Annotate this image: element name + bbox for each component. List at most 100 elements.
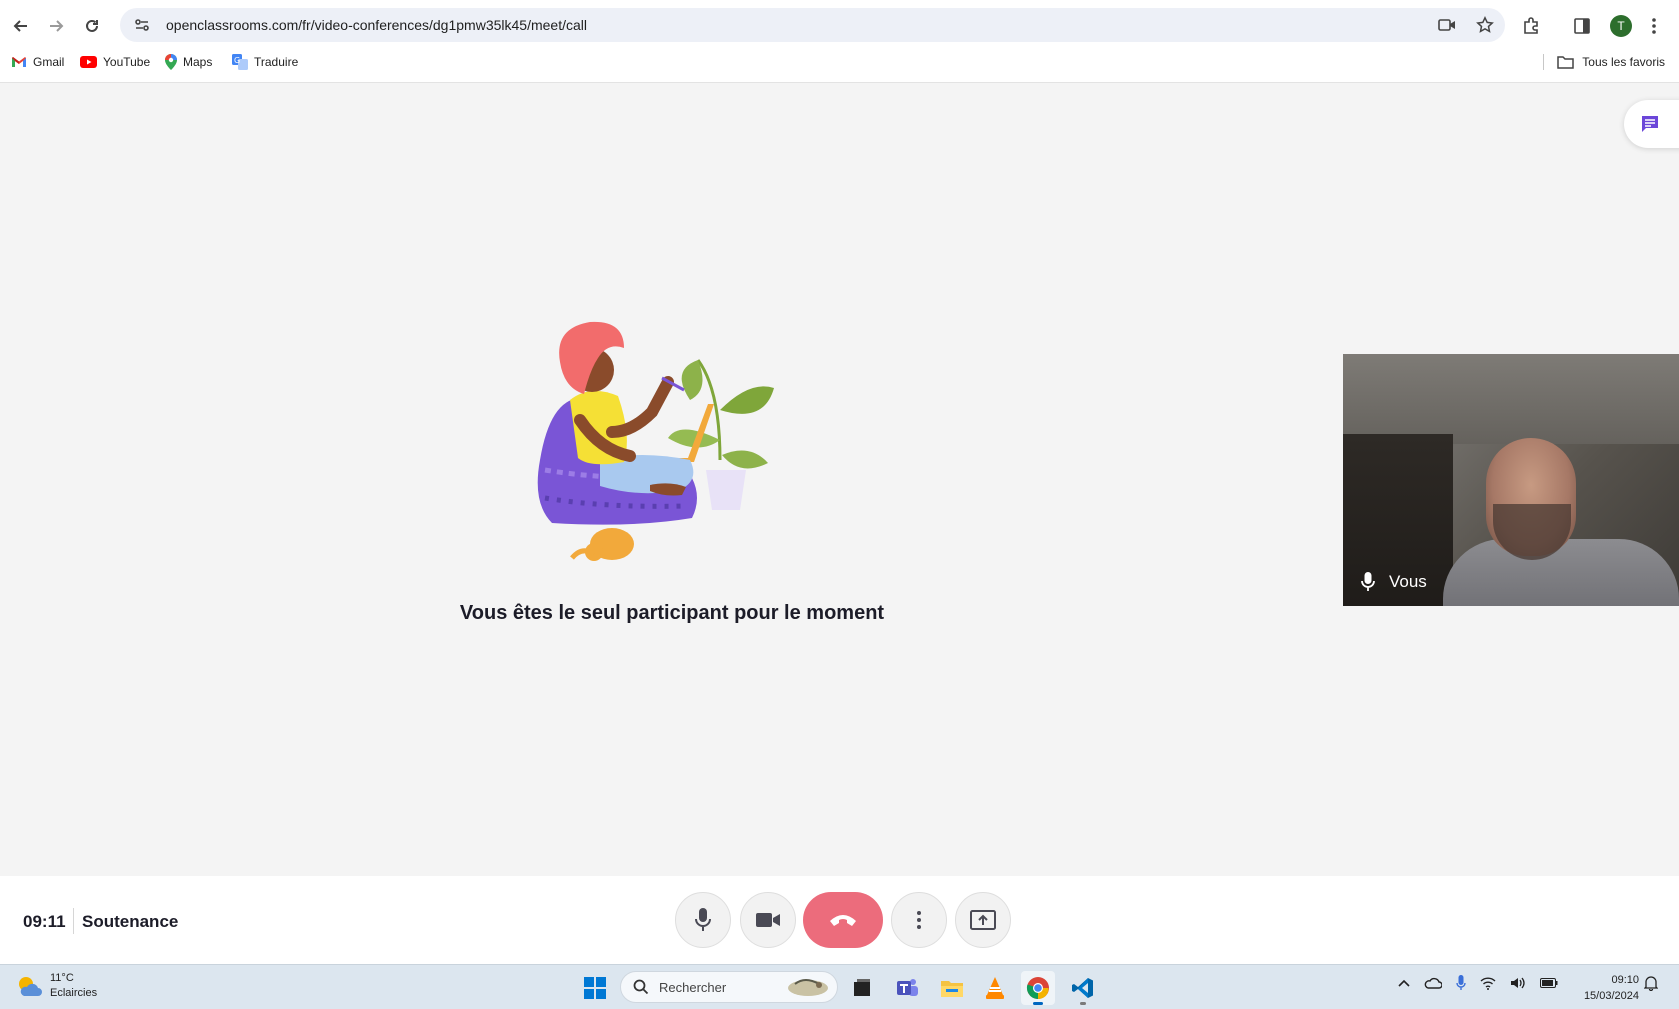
search-highlight-icon (788, 979, 828, 996)
taskbar-search[interactable]: Rechercher (620, 971, 838, 1003)
windows-logo-icon (584, 977, 606, 999)
self-name: Vous (1389, 572, 1427, 591)
taskbar-vscode[interactable] (1066, 971, 1100, 1005)
chevron-up-icon[interactable] (1398, 979, 1410, 987)
bookmark-label: Traduire (254, 55, 299, 69)
weather-widget[interactable]: 11°C Eclaircies (16, 971, 97, 1001)
kebab-menu-icon (1652, 18, 1656, 34)
side-panel-icon (1574, 18, 1590, 34)
bookmark-translate[interactable]: G Traduire (232, 50, 298, 74)
translate-icon: G (232, 54, 248, 70)
call-info-divider (73, 908, 74, 934)
bookmarks-bar: Gmail YouTube Maps G Traduire Tous les f… (0, 50, 1679, 74)
vlc-icon (986, 977, 1004, 999)
microphone-toggle-button[interactable] (675, 892, 731, 948)
chat-icon (1642, 116, 1658, 132)
kebab-menu-icon (917, 911, 921, 929)
all-bookmarks-button[interactable]: Tous les favoris (1557, 50, 1665, 74)
maps-icon (165, 54, 177, 70)
notifications-button[interactable] (1644, 975, 1658, 991)
taskbar-chrome[interactable] (1021, 971, 1055, 1005)
bell-icon (1644, 976, 1658, 991)
microphone-icon (1361, 572, 1375, 591)
all-bookmarks-label: Tous les favoris (1582, 55, 1665, 69)
weather-temperature: 11°C (50, 972, 74, 984)
battery-icon[interactable] (1540, 978, 1558, 988)
volume-icon[interactable] (1510, 976, 1526, 990)
share-screen-button[interactable] (955, 892, 1011, 948)
windows-taskbar: 11°C Eclaircies Rechercher 09:10 15/03/2… (0, 964, 1679, 1009)
reload-icon (86, 19, 98, 32)
gmail-icon (12, 57, 26, 67)
youtube-icon (80, 56, 97, 68)
empty-room-message: Vous êtes le seul participant pour le mo… (459, 602, 885, 624)
folder-icon (1557, 56, 1575, 69)
video-background (1343, 354, 1679, 444)
address-bar-actions (1435, 13, 1497, 37)
wifi-icon[interactable] (1480, 976, 1496, 990)
taskbar-clock[interactable]: 09:10 15/03/2024 (1584, 972, 1639, 1004)
hang-up-button[interactable] (803, 892, 883, 948)
bookmark-star-icon[interactable] (1473, 13, 1497, 37)
browser-toolbar: openclassrooms.com/fr/video-conferences/… (0, 0, 1679, 83)
waiting-illustration (537, 321, 774, 561)
partly-sunny-icon (19, 977, 42, 996)
bookmark-label: Gmail (33, 55, 65, 69)
camera-toggle-button[interactable] (740, 892, 796, 948)
taskbar-teams[interactable] (890, 971, 924, 1005)
svg-text:G: G (234, 56, 240, 65)
chrome-icon (1026, 977, 1049, 999)
camera-in-use-icon[interactable] (1435, 13, 1459, 37)
bookmark-label: Maps (183, 55, 213, 69)
taskbar-file-explorer[interactable] (935, 971, 969, 1005)
microphone-icon[interactable] (1456, 975, 1466, 991)
taskbar-vlc[interactable] (978, 971, 1012, 1005)
extensions-button[interactable] (1522, 12, 1540, 40)
arrow-left-icon (13, 20, 27, 32)
self-tile-label: Vous (1361, 572, 1427, 592)
weather-description: Eclaircies (50, 987, 98, 999)
bookmark-gmail[interactable]: Gmail (11, 50, 64, 74)
clock-date: 15/03/2024 (1583, 990, 1639, 1002)
url-text[interactable]: openclassrooms.com/fr/video-conferences/… (166, 17, 587, 33)
active-app-indicator (1033, 1002, 1043, 1005)
side-panel-button[interactable] (1574, 12, 1590, 40)
hang-up-icon (830, 915, 856, 926)
reload-button[interactable] (76, 10, 108, 42)
system-tray (1398, 975, 1558, 991)
arrow-right-icon (50, 20, 64, 32)
search-icon (633, 979, 649, 995)
meeting-clock: 09:11 (23, 912, 66, 931)
start-button[interactable] (578, 971, 612, 1005)
taskbar-task-view[interactable] (845, 971, 879, 1005)
self-video-tile[interactable]: Vous (1343, 354, 1679, 606)
bookmark-youtube[interactable]: YouTube (80, 50, 150, 74)
onedrive-icon[interactable] (1424, 977, 1442, 989)
forward-button[interactable] (40, 10, 72, 42)
folder-icon (941, 981, 963, 997)
running-app-indicator (1080, 1002, 1086, 1005)
more-options-button[interactable] (891, 892, 947, 948)
vscode-icon (1072, 978, 1093, 998)
site-info-icon[interactable] (130, 13, 154, 37)
clock-time: 09:10 (1611, 974, 1639, 986)
teams-icon (897, 979, 918, 996)
bookmark-label: YouTube (103, 55, 151, 69)
bookmarks-divider (1543, 54, 1544, 70)
browser-menu-button[interactable] (1651, 12, 1657, 40)
video-camera-icon (756, 913, 780, 927)
profile-avatar: T (1610, 15, 1632, 37)
video-person-body (1443, 539, 1679, 606)
chat-toggle-button[interactable] (1624, 100, 1679, 148)
navigation-row: openclassrooms.com/fr/video-conferences/… (0, 6, 1679, 44)
puzzle-icon (1524, 17, 1538, 34)
microphone-icon (695, 908, 711, 931)
meeting-title: Soutenance (82, 912, 179, 931)
bookmark-maps[interactable]: Maps (165, 50, 212, 74)
task-view-icon (854, 979, 870, 996)
address-bar[interactable]: openclassrooms.com/fr/video-conferences/… (120, 8, 1505, 42)
profile-button[interactable]: T (1610, 12, 1632, 40)
call-control-bar: 09:11 Soutenance (0, 876, 1679, 964)
back-button[interactable] (5, 10, 37, 42)
screen-share-icon (970, 910, 996, 930)
